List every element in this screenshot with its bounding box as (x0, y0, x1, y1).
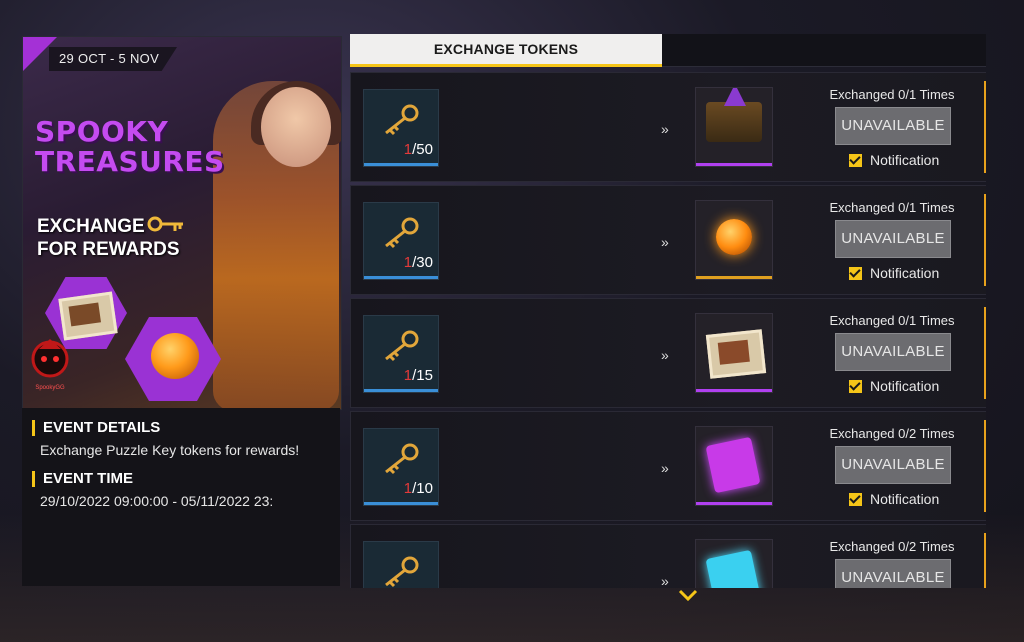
token-count: 1/15 (404, 367, 433, 384)
token-have: 1 (403, 254, 413, 271)
exchange-count: Exchanged 0/1 Times (829, 87, 955, 102)
unavailable-button[interactable]: UNAVAILABLE (835, 333, 951, 371)
exchange-row: 1/30 » Exchanged 0/1 Times UNAVAILABLE N… (350, 185, 986, 295)
pumpkin-bat-icon (716, 219, 752, 255)
checkbox-checked-icon[interactable] (849, 154, 862, 167)
notification-toggle[interactable]: Notification (849, 152, 939, 168)
puzzle-key-icon (385, 217, 419, 249)
date-range-badge: 29 OCT - 5 NOV (49, 47, 178, 71)
double-chevron-right-icon: » (661, 234, 669, 250)
unavailable-button[interactable]: UNAVAILABLE (835, 107, 951, 145)
notification-label: Notification (870, 491, 940, 507)
token-slot: 1/15 (363, 315, 439, 393)
token-bar (364, 276, 438, 279)
token-count: 1/10 (404, 480, 433, 497)
event-details-text: Exchange Puzzle Key tokens for rewards! (40, 442, 300, 458)
token-slot: 1/50 (363, 89, 439, 167)
token-need: /50 (412, 141, 433, 158)
row-accent-bar (984, 420, 986, 512)
token-bar (364, 502, 438, 505)
notification-toggle[interactable]: Notification (849, 265, 939, 281)
puzzle-key-icon (385, 443, 419, 475)
exchange-row: 1/15 » Exchanged 0/1 Times UNAVAILABLE N… (350, 298, 986, 408)
event-title-line1: SPOOKY (35, 115, 169, 148)
key-icon (147, 216, 183, 232)
exchange-row: 1/10 » Exchanged 0/2 Times UNAVAILABLE N… (350, 411, 986, 521)
unavailable-button[interactable]: UNAVAILABLE (835, 446, 951, 484)
event-details-panel: EVENT DETAILS Exchange Puzzle Key tokens… (22, 408, 340, 586)
reward-rarity-bar (696, 502, 772, 505)
reward-rarity-bar (696, 163, 772, 166)
double-chevron-right-icon: » (661, 347, 669, 363)
reward-slot[interactable] (695, 87, 773, 167)
scroll-down-chevron-icon[interactable] (678, 588, 698, 602)
checkbox-checked-icon[interactable] (849, 493, 862, 506)
token-have: 1 (403, 480, 413, 497)
tab-bar: EXCHANGE TOKENS (350, 34, 986, 67)
exchange-count: Exchanged 0/1 Times (829, 200, 955, 215)
notification-label: Notification (870, 378, 940, 394)
svg-text:SpookyGG: SpookyGG (35, 385, 65, 391)
puzzle-key-icon (385, 330, 419, 362)
checkbox-checked-icon[interactable] (849, 267, 862, 280)
exchange-count: Exchanged 0/1 Times (829, 313, 955, 328)
row-accent-bar (984, 533, 986, 588)
token-have: 1 (403, 141, 413, 158)
checkbox-checked-icon[interactable] (849, 380, 862, 393)
reward-slot[interactable] (695, 313, 773, 393)
reward-slot[interactable] (695, 539, 773, 588)
double-chevron-right-icon: » (661, 121, 669, 137)
token-need: /10 (412, 480, 433, 497)
notification-toggle[interactable]: Notification (849, 378, 939, 394)
puzzle-key-icon (385, 104, 419, 136)
token-slot: 1/30 (363, 202, 439, 280)
event-subtitle-line2: FOR REWARDS (37, 239, 180, 260)
event-time-heading: EVENT TIME (32, 471, 133, 487)
reward-rarity-bar (696, 389, 772, 392)
row-accent-bar (984, 81, 986, 173)
exchange-count: Exchanged 0/2 Times (829, 539, 955, 554)
reward-rarity-bar (696, 276, 772, 279)
token-bar (364, 389, 438, 392)
witch-hat-chest-icon (706, 102, 762, 142)
row-accent-bar (984, 307, 986, 399)
exchange-row: » Exchanged 0/2 Times UNAVAILABLE (350, 524, 986, 588)
diamond-ticket-icon (705, 549, 761, 588)
token-need: /30 (412, 254, 433, 271)
token-need: /15 (412, 367, 433, 384)
row-accent-bar (984, 194, 986, 286)
exchange-row: 1/50 » Exchanged 0/1 Times UNAVAILABLE N… (350, 72, 986, 182)
puzzle-key-icon (385, 556, 419, 588)
event-title: SPOOKY TREASURES (35, 117, 225, 177)
exchange-list[interactable]: 1/50 » Exchanged 0/1 Times UNAVAILABLE N… (350, 72, 986, 588)
reward-slot[interactable] (695, 200, 773, 280)
exchange-count: Exchanged 0/2 Times (829, 426, 955, 441)
unavailable-button[interactable]: UNAVAILABLE (835, 559, 951, 588)
photo-frame-icon (58, 291, 118, 341)
event-time-text: 29/10/2022 09:00:00 - 05/11/2022 23: (40, 493, 274, 509)
notification-label: Notification (870, 265, 940, 281)
character-head (261, 87, 331, 167)
pumpkin-icon (151, 333, 199, 379)
event-details-heading: EVENT DETAILS (32, 420, 160, 436)
token-slot (363, 541, 439, 588)
weapon-ticket-icon (705, 436, 761, 494)
event-title-line2: TREASURES (35, 145, 225, 178)
reward-slot[interactable] (695, 426, 773, 506)
creator-logo-icon: SpookyGG (31, 339, 69, 391)
double-chevron-right-icon: » (661, 573, 669, 588)
tab-exchange-tokens[interactable]: EXCHANGE TOKENS (350, 34, 662, 67)
unavailable-button[interactable]: UNAVAILABLE (835, 220, 951, 258)
notification-toggle[interactable]: Notification (849, 491, 939, 507)
token-count: 1/30 (404, 254, 433, 271)
photo-frame-icon (705, 329, 767, 379)
token-count: 1/50 (404, 141, 433, 158)
token-have: 1 (403, 367, 413, 384)
notification-label: Notification (870, 152, 940, 168)
token-bar (364, 163, 438, 166)
event-banner: 29 OCT - 5 NOV SPOOKY TREASURES EXCHANGE… (22, 36, 342, 410)
double-chevron-right-icon: » (661, 460, 669, 476)
token-slot: 1/10 (363, 428, 439, 506)
